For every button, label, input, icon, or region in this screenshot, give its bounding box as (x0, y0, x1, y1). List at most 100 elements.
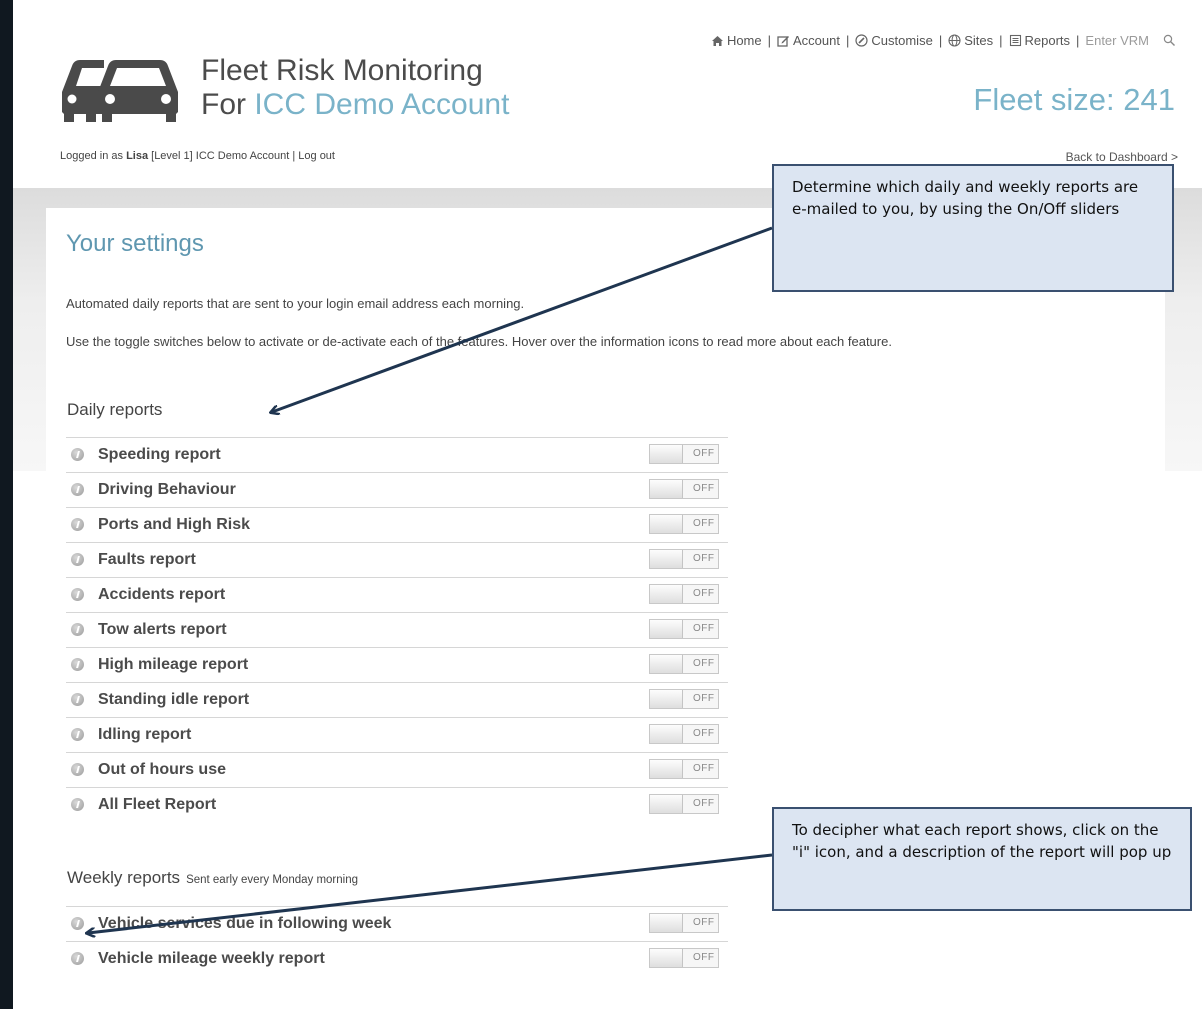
app-title: Fleet Risk Monitoring (201, 54, 483, 87)
account-name: ICC Demo Account (254, 88, 510, 121)
nav-home-label: Home (726, 33, 762, 48)
nav-customise-label: Customise (871, 33, 933, 48)
info-icon[interactable] (71, 728, 84, 741)
edit-icon (777, 36, 790, 47)
login-status: Logged in as Lisa [Level 1] ICC Demo Acc… (60, 150, 335, 162)
info-icon[interactable] (71, 588, 84, 601)
toggle-state: OFF (693, 623, 715, 634)
subtitle-prefix: For (201, 88, 255, 121)
report-row: Vehicle services due in following week OF… (66, 906, 728, 941)
toggle-knob (650, 515, 683, 533)
info-icon[interactable] (71, 952, 84, 965)
report-toggle[interactable]: OFF (649, 689, 719, 709)
report-toggle[interactable]: OFF (649, 724, 719, 744)
toggle-state: OFF (693, 952, 715, 963)
weekly-subheading: Sent early every Monday morning (186, 874, 359, 886)
report-row: Speeding report OFF (66, 437, 728, 472)
toggle-state: OFF (693, 693, 715, 704)
report-toggle[interactable]: OFF (649, 948, 719, 968)
toggle-state: OFF (693, 658, 715, 669)
report-toggle[interactable]: OFF (649, 479, 719, 499)
toggle-knob (650, 914, 683, 932)
report-label: Idling report (98, 726, 192, 743)
report-toggle[interactable]: OFF (649, 584, 719, 604)
info-icon[interactable] (71, 518, 84, 531)
report-row: Faults report OFF (66, 542, 728, 577)
report-row: High mileage report OFF (66, 647, 728, 682)
nav-separator: | (999, 33, 1003, 48)
toggle-state: OFF (693, 483, 715, 494)
report-toggle[interactable]: OFF (649, 654, 719, 674)
toggle-knob (650, 690, 683, 708)
nav-separator: | (938, 33, 943, 48)
back-to-dashboard-link[interactable]: Back to Dashboard > (1066, 150, 1178, 164)
vrm-search-input[interactable]: Enter VRM (1085, 33, 1149, 48)
callout-sliders: Determine which daily and weekly reports… (772, 164, 1174, 292)
nav-reports[interactable]: Reports (1009, 33, 1070, 48)
globe-icon (948, 34, 961, 47)
nav-home[interactable]: Home (711, 33, 762, 48)
instructions-text: Use the toggle switches below to activat… (66, 334, 892, 349)
info-icon[interactable] (71, 658, 84, 671)
report-toggle[interactable]: OFF (649, 619, 719, 639)
nav-sites[interactable]: Sites (948, 33, 993, 48)
info-icon[interactable] (71, 917, 84, 930)
nav-customise[interactable]: Customise (855, 33, 933, 48)
report-label: Standing idle report (98, 691, 250, 708)
login-level: [Level 1] ICC Demo Account | (148, 150, 299, 162)
report-label: Speeding report (98, 446, 221, 463)
nav-account[interactable]: Account (777, 33, 840, 48)
toggle-state: OFF (693, 553, 715, 564)
report-row: All Fleet Report OFF (66, 787, 728, 822)
toggle-state: OFF (693, 448, 715, 459)
info-icon[interactable] (71, 763, 84, 776)
report-toggle[interactable]: OFF (649, 913, 719, 933)
reports-icon (1009, 34, 1021, 47)
search-icon[interactable] (1163, 34, 1176, 47)
report-label: High mileage report (98, 656, 249, 673)
login-prefix: Logged in as (60, 150, 127, 162)
report-toggle[interactable]: OFF (649, 514, 719, 534)
info-icon[interactable] (71, 448, 84, 461)
toggle-state: OFF (693, 588, 715, 599)
info-icon[interactable] (71, 553, 84, 566)
report-row: Out of hours use OFF (66, 752, 728, 787)
report-toggle[interactable]: OFF (649, 444, 719, 464)
report-toggle[interactable]: OFF (649, 549, 719, 569)
report-toggle[interactable]: OFF (649, 794, 719, 814)
report-label: Faults report (98, 551, 196, 568)
customise-icon (855, 34, 868, 47)
toggle-state: OFF (693, 728, 715, 739)
report-label: All Fleet Report (98, 796, 217, 813)
report-row: Idling report OFF (66, 717, 728, 752)
toggle-state: OFF (693, 798, 715, 809)
toggle-knob (650, 445, 683, 463)
toggle-state: OFF (693, 518, 715, 529)
report-row: Standing idle report OFF (66, 682, 728, 717)
toggle-knob (650, 585, 683, 603)
toggle-knob (650, 620, 683, 638)
toggle-knob (650, 550, 683, 568)
intro-text: Automated daily reports that are sent to… (66, 296, 525, 311)
nav-separator: | (1076, 33, 1080, 48)
toggle-knob (650, 760, 683, 778)
info-icon[interactable] (71, 798, 84, 811)
top-navigation: Home | Account | Customise | Sites | Rep… (711, 33, 1176, 48)
report-row: Ports and High Risk OFF (66, 507, 728, 542)
info-icon[interactable] (71, 483, 84, 496)
report-row: Driving Behaviour OFF (66, 472, 728, 507)
nav-sites-label: Sites (964, 33, 994, 48)
daily-reports-list: Speeding report OFF Driving Behaviour OFF Po… (66, 437, 728, 822)
nav-separator: | (767, 33, 772, 48)
app-subtitle: For ICC Demo Account (201, 88, 509, 122)
info-icon[interactable] (71, 693, 84, 706)
report-row: Tow alerts report OFF (66, 612, 728, 647)
logout-link[interactable]: Log out (298, 150, 335, 162)
fleet-logo-icon (62, 60, 178, 122)
login-user: Lisa (126, 150, 149, 162)
toggle-knob (650, 949, 683, 967)
report-row: Vehicle mileage weekly report OFF (66, 941, 728, 976)
info-icon[interactable] (71, 623, 84, 636)
report-label: Driving Behaviour (98, 481, 236, 498)
report-toggle[interactable]: OFF (649, 759, 719, 779)
